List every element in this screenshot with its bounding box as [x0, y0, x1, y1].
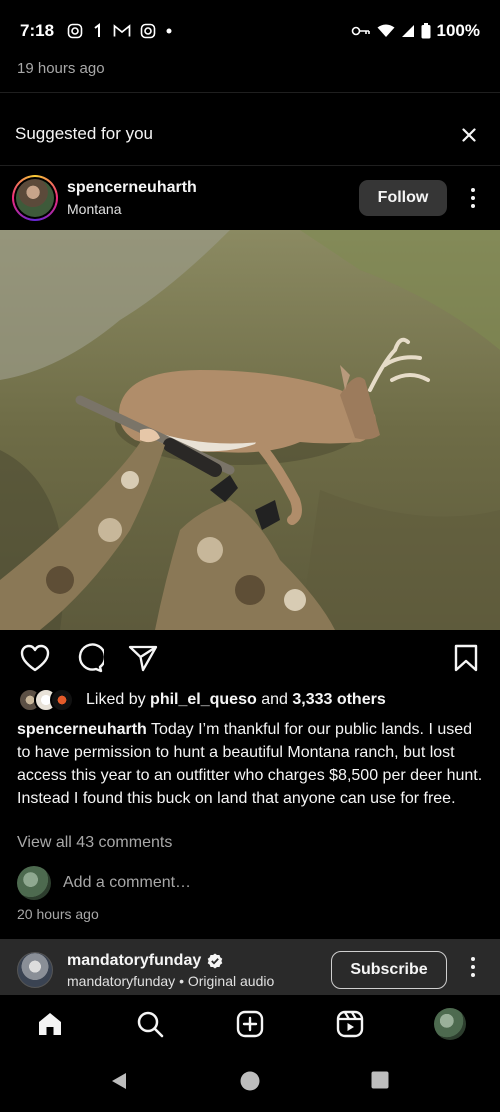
post-more-options-icon[interactable]	[462, 184, 484, 212]
battery-percent: 100%	[436, 21, 480, 40]
likes-middle: and	[256, 691, 293, 708]
post-caption: spencerneuharth Today I’m thankful for o…	[17, 718, 483, 810]
add-comment-input[interactable]: Add a comment…	[63, 874, 191, 892]
audio-subtitle[interactable]: mandatoryfunday • Original audio	[67, 973, 274, 989]
reels-icon	[336, 1010, 364, 1038]
likes-row[interactable]: Liked by phil_el_queso and 3,333 others	[18, 687, 386, 713]
suggested-heading: Suggested for you	[15, 124, 153, 143]
nav-search[interactable]	[134, 1008, 166, 1040]
bookmark-icon	[454, 644, 478, 672]
dot-icon	[165, 27, 173, 35]
audio-username-row[interactable]: mandatoryfunday	[67, 952, 223, 970]
comment-button[interactable]	[73, 642, 105, 674]
bottom-nav	[0, 995, 500, 1053]
back-icon	[112, 1073, 126, 1089]
send-icon	[128, 645, 158, 672]
avatar	[17, 866, 51, 900]
save-button[interactable]	[450, 642, 482, 674]
add-comment-row[interactable]: Add a comment…	[17, 866, 191, 900]
notification-icon	[92, 23, 104, 39]
like-button[interactable]	[19, 642, 51, 674]
verified-icon	[207, 953, 223, 969]
post-location[interactable]: Montana	[67, 201, 121, 217]
avatar[interactable]	[17, 952, 53, 988]
home-button[interactable]	[240, 1071, 260, 1096]
follow-button[interactable]: Follow	[359, 180, 447, 216]
audio-username[interactable]: mandatoryfunday	[67, 952, 201, 970]
post-image[interactable]	[0, 230, 500, 630]
heart-icon	[20, 644, 50, 672]
search-icon	[137, 1011, 164, 1038]
vpn-key-icon	[351, 25, 371, 37]
avatar	[50, 688, 74, 712]
audio-more-options-icon[interactable]	[462, 953, 484, 981]
comment-icon	[78, 643, 104, 673]
nav-profile[interactable]	[434, 1008, 466, 1040]
nav-home[interactable]	[34, 1008, 66, 1040]
liker-avatars	[18, 688, 76, 712]
post-timestamp: 20 hours ago	[17, 906, 99, 922]
divider	[0, 165, 500, 166]
caption-username[interactable]: spencerneuharth	[17, 721, 147, 738]
system-nav-bar	[0, 1053, 500, 1112]
post-author-username[interactable]: spencerneuharth	[67, 179, 197, 197]
signal-icon	[401, 24, 415, 38]
likes-text[interactable]: Liked by phil_el_queso and 3,333 others	[86, 691, 386, 709]
add-post-icon	[236, 1010, 264, 1038]
back-button[interactable]	[109, 1071, 129, 1096]
likes-prefix: Liked by	[86, 691, 151, 708]
share-button[interactable]	[127, 642, 159, 674]
post-actions	[0, 642, 500, 676]
divider	[0, 92, 500, 93]
previous-post-timestamp: 19 hours ago	[17, 60, 105, 77]
status-time: 7:18	[20, 21, 55, 40]
close-icon	[462, 128, 476, 142]
instagram-icon	[140, 23, 156, 39]
recents-icon	[371, 1071, 389, 1089]
battery-icon	[421, 23, 431, 39]
home-circle-icon	[240, 1071, 260, 1091]
likes-count[interactable]: 3,333 others	[292, 691, 385, 708]
post-author-avatar[interactable]	[12, 175, 58, 221]
status-bar: 7:18 100%	[0, 0, 500, 62]
subscribe-button[interactable]: Subscribe	[331, 951, 447, 989]
wifi-icon	[377, 24, 395, 38]
instagram-icon	[67, 23, 83, 39]
view-comments-link[interactable]: View all 43 comments	[17, 834, 172, 852]
home-icon	[39, 1013, 61, 1035]
post-header: spencerneuharth Montana Follow	[0, 172, 500, 226]
recents-button[interactable]	[371, 1071, 389, 1094]
avatar	[434, 1008, 466, 1040]
audio-bar[interactable]: mandatoryfunday mandatoryfunday • Origin…	[0, 939, 500, 995]
liker-username[interactable]: phil_el_queso	[150, 691, 257, 708]
nav-create[interactable]	[234, 1008, 266, 1040]
nav-reels[interactable]	[334, 1008, 366, 1040]
close-suggested-button[interactable]	[458, 124, 480, 146]
gmail-icon	[113, 24, 131, 38]
